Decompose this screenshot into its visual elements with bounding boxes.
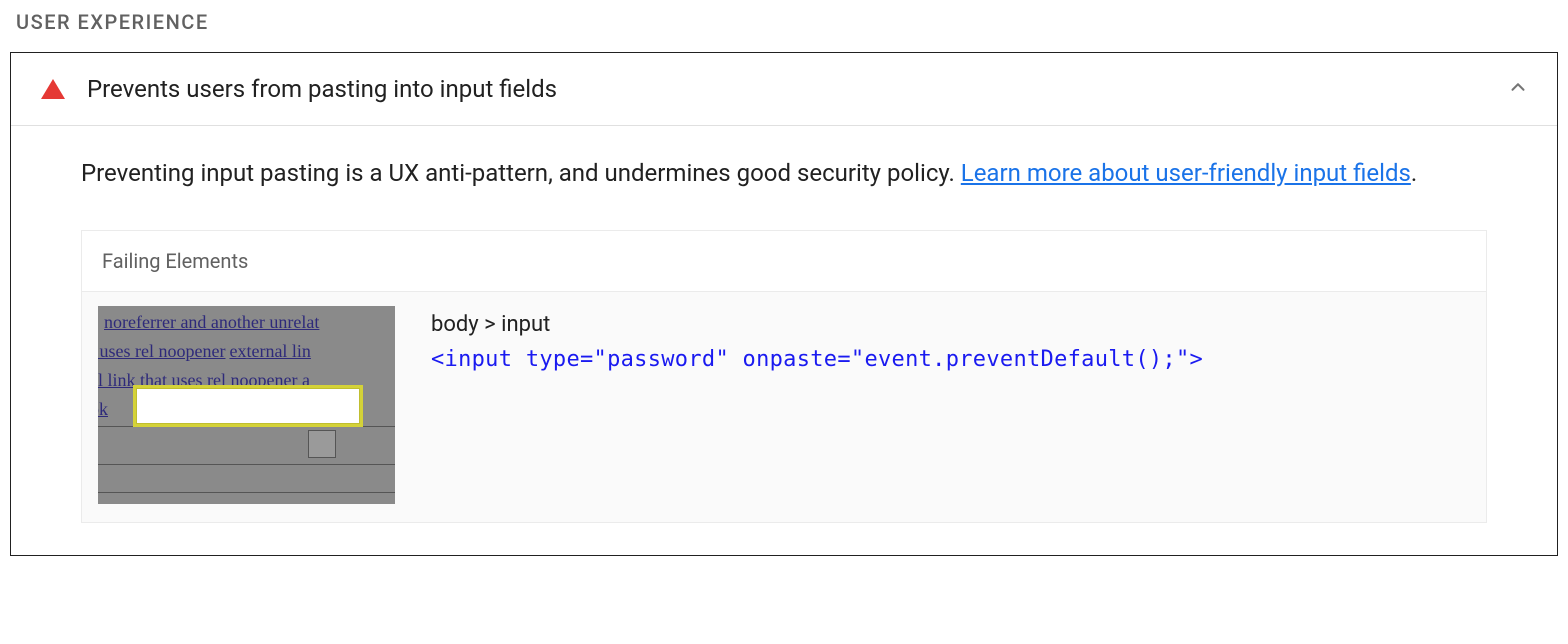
audit-title: Prevents users from pasting into input f… bbox=[87, 75, 1485, 103]
thumb-text-part: external lin bbox=[229, 341, 310, 361]
element-screenshot-thumbnail: noreferrer and another unrelat t uses re… bbox=[98, 306, 395, 504]
thumb-highlighted-input bbox=[133, 385, 363, 427]
element-selector-path: body > input bbox=[431, 312, 1470, 337]
alert-triangle-icon bbox=[41, 79, 65, 99]
failing-elements-panel: Failing Elements noreferrer and another … bbox=[81, 230, 1487, 523]
chevron-up-icon bbox=[1507, 76, 1529, 102]
audit-card: Prevents users from pasting into input f… bbox=[10, 52, 1558, 556]
description-text: Preventing input pasting is a UX anti-pa… bbox=[81, 159, 961, 187]
description-period: . bbox=[1411, 159, 1417, 187]
learn-more-link[interactable]: Learn more about user-friendly input fie… bbox=[961, 159, 1411, 187]
thumb-rule bbox=[98, 464, 395, 465]
audit-header[interactable]: Prevents users from pasting into input f… bbox=[11, 53, 1557, 125]
thumb-text-part: t uses rel noopener bbox=[98, 341, 225, 361]
audit-description: Preventing input pasting is a UX anti-pa… bbox=[81, 154, 1487, 192]
thumb-text: noreferrer and another unrelat bbox=[104, 312, 319, 333]
failing-element-row: noreferrer and another unrelat t uses re… bbox=[82, 291, 1486, 522]
audit-body: Preventing input pasting is a UX anti-pa… bbox=[11, 126, 1557, 555]
thumb-text: t uses rel noopenerexternal lin bbox=[98, 341, 311, 362]
thumb-rule bbox=[98, 492, 395, 493]
thumb-text: ok bbox=[98, 399, 108, 420]
section-heading: USER EXPERIENCE bbox=[10, 10, 1558, 34]
element-code-snippet: <input type="password" onpaste="event.pr… bbox=[431, 347, 1470, 372]
failing-elements-header: Failing Elements bbox=[82, 231, 1486, 291]
element-details: body > input <input type="password" onpa… bbox=[431, 306, 1470, 372]
broken-image-icon bbox=[308, 430, 336, 458]
